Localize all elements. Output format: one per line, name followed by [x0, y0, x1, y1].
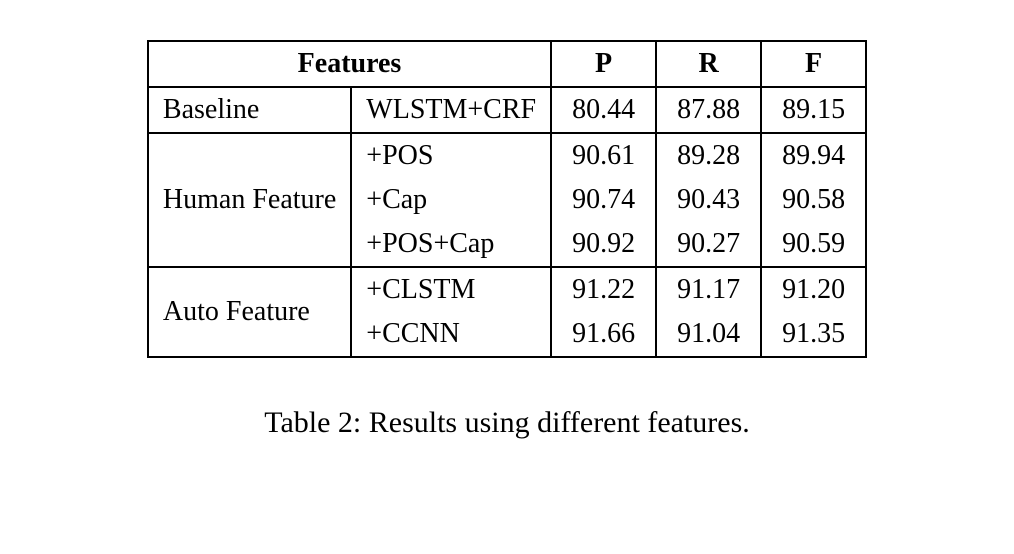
r-cell: 90.43 [656, 178, 761, 222]
method-cell: +Cap [351, 178, 551, 222]
header-f: F [761, 41, 866, 87]
header-r: R [656, 41, 761, 87]
header-p: P [551, 41, 656, 87]
f-cell: 90.59 [761, 222, 866, 267]
f-cell: 90.58 [761, 178, 866, 222]
f-cell: 91.20 [761, 267, 866, 312]
table-header-row: Features P R F [148, 41, 866, 87]
f-cell: 91.35 [761, 312, 866, 357]
method-cell: +CCNN [351, 312, 551, 357]
r-cell: 87.88 [656, 87, 761, 133]
p-cell: 91.22 [551, 267, 656, 312]
r-cell: 91.04 [656, 312, 761, 357]
r-cell: 89.28 [656, 133, 761, 178]
results-table: Features P R F Baseline WLSTM+CRF 80.44 … [147, 40, 867, 358]
f-cell: 89.94 [761, 133, 866, 178]
group-label: Auto Feature [148, 267, 351, 357]
p-cell: 91.66 [551, 312, 656, 357]
header-features: Features [148, 41, 551, 87]
method-cell: +CLSTM [351, 267, 551, 312]
method-cell: +POS+Cap [351, 222, 551, 267]
p-cell: 90.61 [551, 133, 656, 178]
p-cell: 90.92 [551, 222, 656, 267]
group-label: Baseline [148, 87, 351, 133]
f-cell: 89.15 [761, 87, 866, 133]
p-cell: 80.44 [551, 87, 656, 133]
table-row: Baseline WLSTM+CRF 80.44 87.88 89.15 [148, 87, 866, 133]
r-cell: 90.27 [656, 222, 761, 267]
table-caption: Table 2: Results using different feature… [264, 406, 750, 440]
method-cell: +POS [351, 133, 551, 178]
table-row: Auto Feature +CLSTM 91.22 91.17 91.20 [148, 267, 866, 312]
r-cell: 91.17 [656, 267, 761, 312]
group-label: Human Feature [148, 133, 351, 267]
p-cell: 90.74 [551, 178, 656, 222]
table-row: Human Feature +POS 90.61 89.28 89.94 [148, 133, 866, 178]
method-cell: WLSTM+CRF [351, 87, 551, 133]
